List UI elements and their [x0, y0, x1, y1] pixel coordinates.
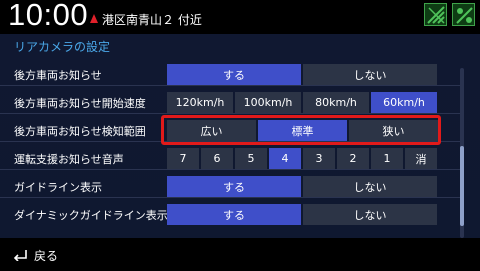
- divider: [0, 85, 460, 86]
- divider: [0, 197, 460, 198]
- option-group: する しない: [167, 64, 437, 85]
- option-level-3[interactable]: 3: [303, 148, 335, 169]
- option-60[interactable]: 60km/h: [371, 92, 437, 113]
- option-mute[interactable]: 消: [405, 148, 437, 169]
- settings-panel: リアカメラの設定 後方車両お知らせ する しない 後方車両お知らせ開始速度 12…: [0, 34, 480, 238]
- option-level-2[interactable]: 2: [337, 148, 369, 169]
- status-bar: 10:00 港区南青山２ 付近: [0, 0, 480, 34]
- option-level-6[interactable]: 6: [201, 148, 233, 169]
- highlight-frame: [161, 115, 441, 145]
- option-on[interactable]: する: [167, 64, 301, 85]
- option-off[interactable]: しない: [303, 204, 437, 225]
- option-on[interactable]: する: [167, 176, 301, 197]
- setting-label: ガイドライン表示: [14, 181, 102, 194]
- option-off[interactable]: しない: [303, 64, 437, 85]
- back-label: 戻る: [34, 248, 59, 263]
- option-level-7[interactable]: 7: [167, 148, 199, 169]
- option-level-4[interactable]: 4: [269, 148, 301, 169]
- setting-label: 後方車両お知らせ検知範囲: [14, 125, 146, 138]
- option-group: 120km/h 100km/h 80km/h 60km/h: [167, 92, 437, 113]
- setting-row-alert-start-speed: 後方車両お知らせ開始速度 120km/h 100km/h 80km/h 60km…: [0, 90, 460, 114]
- network-status-icon: [452, 3, 475, 26]
- option-120[interactable]: 120km/h: [167, 92, 233, 113]
- clock: 10:00: [8, 0, 89, 32]
- page-title: リアカメラの設定: [14, 40, 111, 54]
- setting-row-assist-voice: 運転支援お知らせ音声 7 6 5 4 3 2 1 消: [0, 146, 460, 170]
- option-group: する しない: [167, 204, 437, 225]
- footer-bar: 戻る: [0, 238, 480, 271]
- setting-label: 後方車両お知らせ開始速度: [14, 97, 146, 110]
- current-location: 港区南青山２ 付近: [102, 13, 202, 27]
- signal-off-icon: [424, 3, 447, 26]
- setting-label: 後方車両お知らせ: [14, 69, 102, 82]
- option-level-1[interactable]: 1: [371, 148, 403, 169]
- option-group: する しない: [167, 176, 437, 197]
- option-on[interactable]: する: [167, 204, 301, 225]
- scrollbar[interactable]: [460, 68, 464, 238]
- option-group: 7 6 5 4 3 2 1 消: [167, 148, 437, 169]
- back-arrow-icon: [12, 246, 28, 265]
- setting-label: 運転支援お知らせ音声: [14, 153, 124, 166]
- setting-label: ダイナミックガイドライン表示: [14, 209, 168, 222]
- setting-row-dynamic-guideline: ダイナミックガイドライン表示 する しない: [0, 202, 460, 226]
- option-level-5[interactable]: 5: [235, 148, 267, 169]
- setting-row-guideline: ガイドライン表示 する しない: [0, 174, 460, 198]
- divider: [0, 169, 460, 170]
- option-100[interactable]: 100km/h: [235, 92, 301, 113]
- scrollbar-thumb[interactable]: [460, 146, 464, 226]
- divider: [0, 113, 460, 114]
- location-arrow-icon: [90, 14, 98, 23]
- option-80[interactable]: 80km/h: [303, 92, 369, 113]
- back-button[interactable]: 戻る: [12, 245, 58, 265]
- option-off[interactable]: しない: [303, 176, 437, 197]
- setting-row-rear-vehicle-alert: 後方車両お知らせ する しない: [0, 62, 460, 86]
